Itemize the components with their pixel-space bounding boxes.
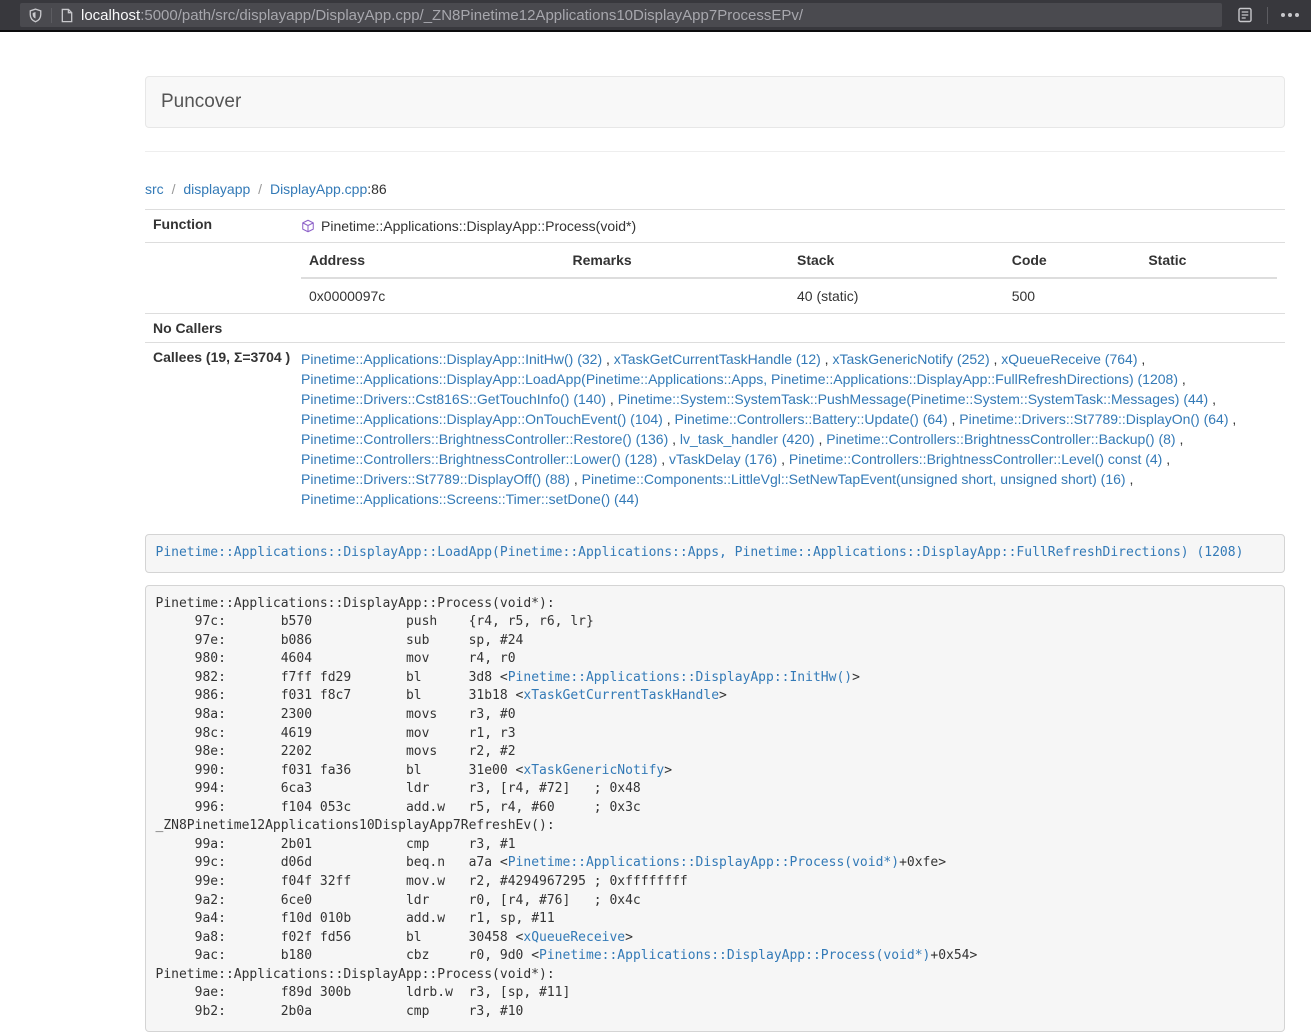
remarks-value (565, 278, 789, 313)
disasm-symbol-link[interactable]: xTaskGetCurrentTaskHandle (523, 688, 719, 703)
column-header-static: Static (1140, 243, 1277, 278)
callees-label: Callees (19, Σ=3704 ) (145, 343, 293, 516)
metrics-table: Address Remarks Stack Code Static 0x0000… (301, 243, 1277, 313)
breadcrumb-link-file[interactable]: DisplayApp.cpp (270, 181, 367, 197)
callee-link[interactable]: Pinetime::Controllers::Battery::Update()… (675, 411, 948, 427)
breadcrumb: src / displayapp / DisplayApp.cpp:86 (145, 179, 1285, 199)
browser-chrome: localhost:5000/path/src/displayapp/Displ… (0, 0, 1311, 32)
column-header-code: Code (1004, 243, 1141, 278)
callee-link[interactable]: Pinetime::Applications::DisplayApp::Init… (301, 351, 602, 367)
symbol-cube-icon (301, 219, 315, 233)
column-header-address: Address (301, 243, 565, 278)
disassembly-pre: Pinetime::Applications::DisplayApp::Proc… (145, 585, 1285, 1032)
callee-link[interactable]: Pinetime::Applications::Screens::Timer::… (301, 491, 639, 507)
callees-row: Callees (19, Σ=3704 ) Pinetime::Applicat… (145, 343, 1285, 516)
breadcrumb-link-displayapp[interactable]: displayapp (183, 181, 250, 197)
callees-list: Pinetime::Applications::DisplayApp::Init… (293, 343, 1285, 516)
url-host: localhost (81, 7, 140, 24)
symbol-table: Function Pinetime::Applications::Display… (145, 209, 1285, 515)
no-callers-cell (293, 314, 1285, 343)
column-header-remarks: Remarks (565, 243, 789, 278)
static-value (1140, 278, 1277, 313)
callee-link[interactable]: lv_task_handler (420) (680, 431, 815, 447)
navbar: Puncover (145, 76, 1285, 128)
function-name-cell: Pinetime::Applications::DisplayApp::Proc… (293, 210, 1285, 243)
callee-link[interactable]: Pinetime::Controllers::BrightnessControl… (789, 451, 1162, 467)
loadapp-link[interactable]: Pinetime::Applications::DisplayApp::Load… (156, 545, 1244, 560)
brand-link[interactable]: Puncover (161, 91, 241, 113)
disasm-symbol-link[interactable]: xTaskGenericNotify (523, 763, 664, 778)
page-container: Puncover src / displayapp / DisplayApp.c… (145, 76, 1285, 1032)
dot-icon (1295, 13, 1299, 17)
callee-link[interactable]: xQueueReceive (764) (1001, 351, 1137, 367)
callee-link[interactable]: Pinetime::Drivers::Cst816S::GetTouchInfo… (301, 391, 606, 407)
url-bar[interactable]: localhost:5000/path/src/displayapp/Displ… (20, 3, 1222, 27)
callee-link[interactable]: xTaskGetCurrentTaskHandle (12) (614, 351, 821, 367)
breadcrumb-separator: / (254, 181, 266, 197)
callee-link[interactable]: Pinetime::Controllers::BrightnessControl… (826, 431, 1175, 447)
column-header-stack: Stack (789, 243, 1004, 278)
divider-rule (145, 151, 1285, 152)
stack-value: 40 (static) (789, 278, 1004, 313)
metrics-cell: Address Remarks Stack Code Static 0x0000… (293, 243, 1285, 314)
function-name: Pinetime::Applications::DisplayApp::Proc… (321, 218, 636, 234)
callee-link[interactable]: Pinetime::Controllers::BrightnessControl… (301, 431, 668, 447)
metrics-row: Address Remarks Stack Code Static 0x0000… (145, 243, 1285, 314)
page-icon[interactable] (60, 8, 74, 23)
code-value: 500 (1004, 278, 1141, 313)
address-value: 0x0000097c (301, 278, 565, 313)
disasm-symbol-link[interactable]: xQueueReceive (523, 930, 625, 945)
function-row: Function Pinetime::Applications::Display… (145, 210, 1285, 243)
dot-icon (1288, 13, 1292, 17)
callee-link[interactable]: vTaskDelay (176) (669, 451, 777, 467)
breadcrumb-separator: / (168, 181, 180, 197)
callee-link[interactable]: xTaskGenericNotify (252) (832, 351, 989, 367)
urlbar-divider (51, 8, 52, 23)
callee-link[interactable]: Pinetime::Controllers::BrightnessControl… (301, 451, 657, 467)
overflow-menu-button[interactable] (1277, 2, 1303, 28)
url-text: localhost:5000/path/src/displayapp/Displ… (81, 7, 803, 24)
reader-mode-icon[interactable] (1232, 2, 1258, 28)
breadcrumb-link-src[interactable]: src (145, 181, 164, 197)
callee-link[interactable]: Pinetime::Drivers::St7789::DisplayOff() … (301, 471, 570, 487)
breadcrumb-line-number: :86 (367, 181, 386, 197)
dot-icon (1281, 13, 1285, 17)
loadapp-snippet-box: Pinetime::Applications::DisplayApp::Load… (145, 534, 1285, 573)
disasm-symbol-link[interactable]: Pinetime::Applications::DisplayApp::Proc… (539, 948, 930, 963)
url-path: :5000/path/src/displayapp/DisplayApp.cpp… (140, 7, 803, 24)
disasm-symbol-link[interactable]: Pinetime::Applications::DisplayApp::Init… (508, 670, 852, 685)
callee-link[interactable]: Pinetime::Drivers::St7789::DisplayOn() (… (959, 411, 1228, 427)
no-callers-row: No Callers (145, 314, 1285, 343)
function-label: Function (145, 210, 293, 243)
no-callers-label: No Callers (145, 314, 293, 343)
metrics-row-label (145, 243, 293, 314)
shield-icon[interactable] (28, 8, 43, 23)
disasm-symbol-link[interactable]: Pinetime::Applications::DisplayApp::Proc… (508, 855, 899, 870)
callee-link[interactable]: Pinetime::System::SystemTask::PushMessag… (618, 391, 1209, 407)
toolbar-divider (1267, 7, 1268, 24)
callee-link[interactable]: Pinetime::Components::LittleVgl::SetNewT… (582, 471, 1126, 487)
table-row: 0x0000097c 40 (static) 500 (301, 278, 1277, 313)
callee-link[interactable]: Pinetime::Applications::DisplayApp::Load… (301, 371, 1178, 387)
callee-link[interactable]: Pinetime::Applications::DisplayApp::OnTo… (301, 411, 663, 427)
